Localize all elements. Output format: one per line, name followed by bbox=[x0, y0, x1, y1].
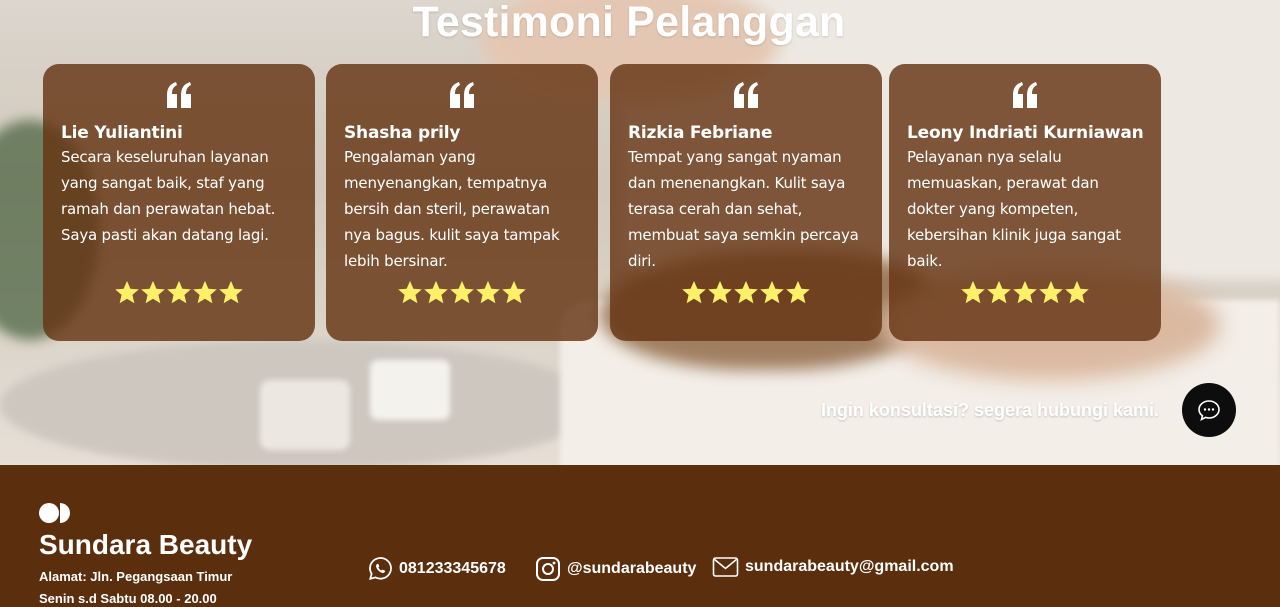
reviewer-name: Rizkia Febriane bbox=[628, 123, 773, 143]
testimonial-card: Rizkia Febriane Tempat yang sangat nyama… bbox=[610, 64, 882, 341]
reviewer-name: Shasha prily bbox=[344, 123, 461, 143]
star-icon bbox=[1038, 280, 1064, 305]
star-icon bbox=[192, 280, 218, 305]
star-icon bbox=[733, 280, 759, 305]
star-rating bbox=[889, 280, 1161, 305]
star-icon bbox=[423, 280, 449, 305]
brand-name: Sundara Beauty bbox=[39, 529, 253, 560]
review-text: Tempat yang sangat nyaman dan menenangka… bbox=[628, 148, 859, 270]
review-text: Secara keseluruhan layanan yang sangat b… bbox=[61, 148, 276, 244]
footer: Sundara Beauty Alamat: Jln. Pegangsaan T… bbox=[0, 465, 1280, 607]
star-icon bbox=[114, 280, 140, 305]
star-icon bbox=[1012, 280, 1038, 305]
instagram-link[interactable]: @sundarabeauty bbox=[535, 556, 696, 582]
star-rating bbox=[326, 280, 598, 305]
reviewer-name: Lie Yuliantini bbox=[61, 123, 183, 143]
star-icon bbox=[449, 280, 475, 305]
star-icon bbox=[397, 280, 423, 305]
address-text: Alamat: Jln. Pegangsaan Timur bbox=[39, 569, 233, 584]
star-icon bbox=[1064, 280, 1090, 305]
star-icon bbox=[475, 280, 501, 305]
star-icon bbox=[759, 280, 785, 305]
testimonial-card: Shasha prily Pengalaman yang menyenangka… bbox=[326, 64, 598, 341]
review-text: Pengalaman yang menyenangkan, tempatnya … bbox=[344, 148, 560, 270]
star-icon bbox=[986, 280, 1012, 305]
reviewer-name: Leony Indriati Kurniawan bbox=[907, 123, 1144, 143]
testimonial-card: Leony Indriati Kurniawan Pelayanan nya s… bbox=[889, 64, 1161, 341]
whatsapp-link[interactable]: 081233345678 bbox=[368, 556, 506, 581]
star-icon bbox=[166, 280, 192, 305]
star-icon bbox=[785, 280, 811, 305]
chat-button[interactable] bbox=[1182, 383, 1236, 437]
mail-icon bbox=[712, 557, 739, 577]
chat-bubble-icon bbox=[1198, 400, 1220, 421]
email-address: sundarabeauty@gmail.com bbox=[745, 558, 954, 575]
testimonial-card: Lie Yuliantini Secara keseluruhan layana… bbox=[43, 64, 315, 341]
consultation-cta-text: Ingin konsultasi? segera hubungi kami. bbox=[820, 400, 1159, 420]
star-icon bbox=[681, 280, 707, 305]
logo-icon bbox=[39, 503, 70, 523]
star-icon bbox=[218, 280, 244, 305]
quote-icon bbox=[61, 82, 297, 116]
email-link[interactable]: sundarabeauty@gmail.com bbox=[712, 556, 954, 578]
star-icon bbox=[501, 280, 527, 305]
quote-icon bbox=[628, 82, 864, 116]
review-text: Pelayanan nya selalu memuaskan, perawat … bbox=[907, 148, 1121, 270]
quote-icon bbox=[344, 82, 580, 116]
whatsapp-icon bbox=[369, 557, 392, 580]
star-rating bbox=[610, 280, 882, 305]
section-title: Testimoni Pelanggan bbox=[412, 0, 846, 46]
star-icon bbox=[707, 280, 733, 305]
quote-icon bbox=[907, 82, 1143, 116]
instagram-handle: @sundarabeauty bbox=[567, 560, 697, 577]
instagram-icon bbox=[536, 557, 560, 581]
testimonial-section: Testimoni Pelanggan Lie Yuliantini Secar… bbox=[0, 0, 1280, 465]
star-icon bbox=[140, 280, 166, 305]
star-icon bbox=[960, 280, 986, 305]
opening-hours: Senin s.d Sabtu 08.00 - 20.00 bbox=[39, 591, 217, 606]
star-rating bbox=[43, 280, 315, 305]
phone-number: 081233345678 bbox=[399, 559, 506, 577]
